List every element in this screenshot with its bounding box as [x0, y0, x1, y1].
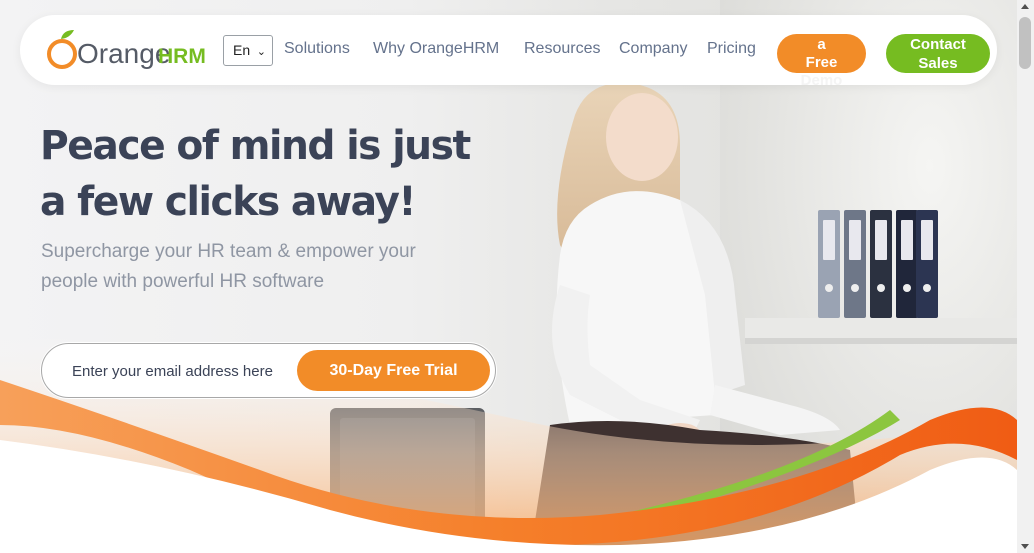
scroll-down-arrow-icon[interactable] — [1021, 544, 1029, 549]
headline-line-1: Peace of mind is just — [40, 123, 471, 169]
logo-wordmark-orange: Orange — [77, 38, 170, 69]
nav-link-company[interactable]: Company — [619, 40, 687, 58]
sales-button-line-2: Sales — [918, 55, 958, 72]
page-scrollbar[interactable] — [1017, 0, 1034, 553]
nav-link-pricing[interactable]: Pricing — [707, 40, 756, 58]
hero-headline: Peace of mind is just a few clicks away! — [40, 118, 501, 230]
demo-button-line-3: Demo — [800, 72, 843, 89]
hero-subtitle: Supercharge your HR team & empower your … — [41, 237, 461, 297]
nav-link-resources[interactable]: Resources — [524, 40, 600, 58]
book-free-demo-button[interactable]: a Free Demo — [777, 34, 866, 89]
chevron-down-icon: ⌄ — [256, 46, 266, 58]
demo-button-line-2: Free — [805, 54, 838, 71]
scrollbar-thumb[interactable] — [1019, 17, 1031, 69]
orangehrm-logo[interactable]: Orange HRM — [44, 28, 214, 72]
subtitle-line-2: people with powerful HR software — [41, 271, 325, 292]
contact-sales-button[interactable]: Contact Sales — [886, 34, 990, 73]
language-select-value: En — [233, 42, 251, 58]
email-input[interactable] — [72, 360, 302, 382]
email-signup-form: 30-Day Free Trial — [41, 343, 496, 398]
nav-link-why-orangehrm[interactable]: Why OrangeHRM — [373, 40, 499, 58]
demo-button-line-1: a — [817, 36, 826, 53]
logo-wordmark-hrm: HRM — [158, 45, 206, 68]
headline-line-2: a few clicks away! — [40, 179, 416, 225]
sales-button-line-1: Contact — [910, 36, 966, 53]
nav-link-solutions[interactable]: Solutions — [284, 40, 350, 58]
subtitle-line-1: Supercharge your HR team & empower your — [41, 241, 416, 262]
language-select[interactable]: En ⌄ — [223, 35, 273, 66]
scroll-up-arrow-icon[interactable] — [1021, 4, 1029, 9]
free-trial-button[interactable]: 30-Day Free Trial — [297, 350, 490, 391]
